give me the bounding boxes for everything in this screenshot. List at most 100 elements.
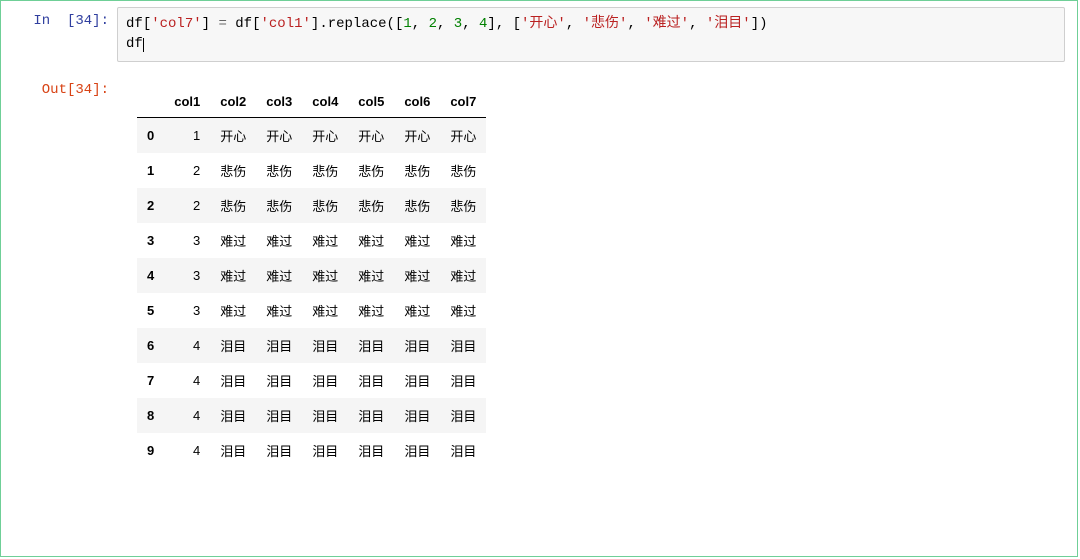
code-token: 3 [454,16,462,32]
code-token: 'col1' [260,16,310,32]
cell: 难过 [302,223,348,258]
cell: 悲伤 [256,153,302,188]
code-token: [ [513,16,521,32]
cell: 泪目 [440,398,486,433]
cell: 难过 [302,293,348,328]
row-index: 6 [137,328,164,363]
cell: 悲伤 [440,188,486,223]
cell: 难过 [394,258,440,293]
in-prompt: In [34]: [1,7,117,29]
cell: 难过 [256,258,302,293]
code-editor[interactable]: df['col7'] = df['col1'].replace([1, 2, 3… [117,7,1065,62]
cell: 泪目 [210,363,256,398]
cell: 难过 [210,223,256,258]
row-index: 0 [137,117,164,153]
cell: 4 [164,328,210,363]
row-index: 3 [137,223,164,258]
cell: 悲伤 [394,153,440,188]
table-row: 5 3 难过 难过 难过 难过 难过 难过 [137,293,486,328]
cell: 泪目 [348,363,394,398]
cell: 悲伤 [394,188,440,223]
cell: 泪目 [256,398,302,433]
col-header: col7 [440,86,486,118]
row-index: 7 [137,363,164,398]
cell: 泪目 [394,433,440,468]
cell: 开心 [394,117,440,153]
row-index: 9 [137,433,164,468]
code-token: 2 [429,16,437,32]
cell: 泪目 [394,363,440,398]
code-token: , [496,16,513,32]
output-area: col1 col2 col3 col4 col5 col6 col7 0 1 开… [117,76,1077,468]
cell: 泪目 [440,363,486,398]
cell: 3 [164,293,210,328]
table-row: 6 4 泪目 泪目 泪目 泪目 泪目 泪目 [137,328,486,363]
col-header: col6 [394,86,440,118]
cell: 难过 [394,223,440,258]
cell: 泪目 [302,363,348,398]
output-cell: Out[34]: col1 col2 col3 col4 col5 col6 c… [1,76,1077,468]
cell: 悲伤 [256,188,302,223]
cell: 难过 [210,258,256,293]
row-index: 1 [137,153,164,188]
notebook-container: In [34]: df['col7'] = df['col1'].replace… [0,0,1078,557]
cell: 1 [164,117,210,153]
table-row: 4 3 难过 难过 难过 难过 难过 难过 [137,258,486,293]
code-token: '开心' [521,16,566,32]
cell: 难过 [348,223,394,258]
table-row: 0 1 开心 开心 开心 开心 开心 开心 [137,117,486,153]
cell: 悲伤 [348,153,394,188]
code-token: 'col7' [151,16,201,32]
code-token: , [437,16,454,32]
cell: 开心 [440,117,486,153]
cell: 难过 [440,293,486,328]
cell: 泪目 [394,328,440,363]
row-index: 4 [137,258,164,293]
code-token: , [689,16,706,32]
table-row: 7 4 泪目 泪目 泪目 泪目 泪目 泪目 [137,363,486,398]
cell: 泪目 [302,398,348,433]
cell: 泪目 [394,398,440,433]
cell: 泪目 [256,328,302,363]
dataframe-table: col1 col2 col3 col4 col5 col6 col7 0 1 开… [137,86,486,468]
code-token: '泪目' [706,16,751,32]
code-token: ] [487,16,495,32]
cell: 难过 [348,258,394,293]
cell: 难过 [256,293,302,328]
code-token: df [126,16,143,32]
table-row: 8 4 泪目 泪目 泪目 泪目 泪目 泪目 [137,398,486,433]
cell: 悲伤 [302,153,348,188]
code-token: ] [202,16,210,32]
cell: 难过 [210,293,256,328]
table-row: 9 4 泪目 泪目 泪目 泪目 泪目 泪目 [137,433,486,468]
cell: 3 [164,223,210,258]
table-row: 2 2 悲伤 悲伤 悲伤 悲伤 悲伤 悲伤 [137,188,486,223]
code-token: 1 [403,16,411,32]
row-index: 5 [137,293,164,328]
cell: 泪目 [348,328,394,363]
code-token: '悲伤' [583,16,628,32]
cell: 难过 [302,258,348,293]
cell: 悲伤 [348,188,394,223]
cell: 开心 [302,117,348,153]
col-header: col5 [348,86,394,118]
code-token: = [218,16,226,32]
table-corner [137,86,164,118]
cell: 泪目 [302,328,348,363]
code-token: df [126,36,143,52]
cell: 开心 [256,117,302,153]
text-cursor [143,38,144,52]
cell: 难过 [394,293,440,328]
cell: 2 [164,188,210,223]
cell: 难过 [256,223,302,258]
cell: 难过 [440,258,486,293]
table-header-row: col1 col2 col3 col4 col5 col6 col7 [137,86,486,118]
row-index: 2 [137,188,164,223]
code-token: df [227,16,252,32]
cell: 开心 [210,117,256,153]
cell: 4 [164,363,210,398]
cell: 泪目 [256,363,302,398]
col-header: col4 [302,86,348,118]
code-token: , [462,16,479,32]
col-header: col1 [164,86,210,118]
